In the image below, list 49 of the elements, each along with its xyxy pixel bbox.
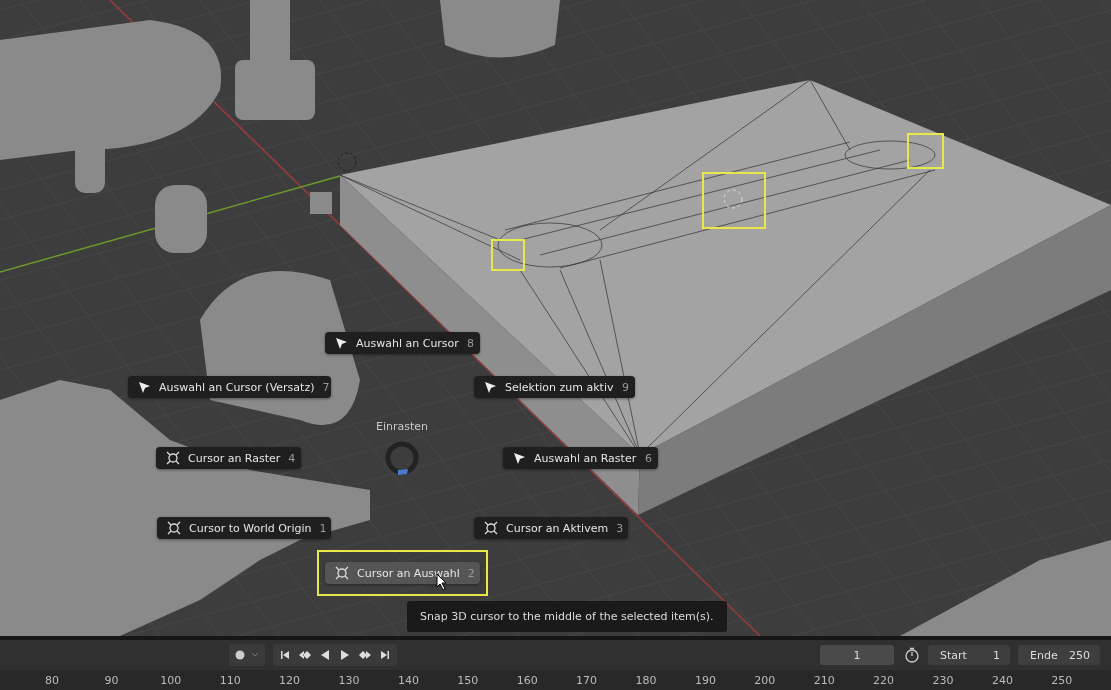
crosshair-icon [335, 566, 349, 580]
frame-number: 160 [516, 674, 538, 687]
arrow-pointer-icon [513, 451, 526, 465]
pie-menu-item[interactable]: Selektion zum aktiv 9 [474, 376, 635, 398]
current-frame-field[interactable]: 1 [820, 645, 894, 665]
pie-menu-item[interactable]: Auswahl an Raster 6 [503, 447, 658, 469]
frame-number: 100 [160, 674, 182, 687]
caret-icon [251, 652, 259, 658]
pie-menu-item[interactable]: Cursor an Auswahl 2 [325, 562, 480, 584]
end-frame-field[interactable]: Ende 250 [1018, 645, 1100, 665]
pie-menu-title: Einrasten [375, 420, 429, 433]
pie-menu-item[interactable]: Auswahl an Cursor (Versatz) 7 [128, 376, 331, 398]
start-frame-field[interactable]: Start 1 [928, 645, 1010, 665]
frame-number: 240 [991, 674, 1013, 687]
frame-number: 200 [754, 674, 776, 687]
next-keyframe-icon[interactable] [358, 649, 372, 661]
frame-number: 250 [1051, 674, 1073, 687]
play-icon[interactable] [339, 649, 351, 661]
frame-number: 140 [397, 674, 419, 687]
frame-number: 150 [457, 674, 479, 687]
crosshair-icon [484, 521, 498, 535]
frame-number: 80 [45, 674, 59, 687]
tooltip: Snap 3D cursor to the middle of the selected item(s). [407, 601, 727, 632]
pie-menu-item[interactable]: Cursor to World Origin 1 [157, 517, 331, 539]
frame-number: 130 [338, 674, 360, 687]
record-button[interactable] [229, 644, 265, 666]
frame-number: 170 [576, 674, 598, 687]
frame-number: 210 [813, 674, 835, 687]
record-dot-icon [235, 650, 245, 660]
arrow-pointer-icon [138, 380, 151, 394]
pie-menu-item[interactable]: Auswahl an Cursor 8 [325, 332, 480, 354]
crosshair-icon [166, 451, 180, 465]
pie-menu-item[interactable]: Cursor an Raster 4 [156, 447, 301, 469]
pie-menu-item[interactable]: Cursor an Aktivem 3 [474, 517, 628, 539]
crosshair-icon [167, 521, 181, 535]
arrow-pointer-icon [484, 380, 497, 394]
jump-end-icon[interactable] [379, 649, 391, 661]
frame-number: 120 [279, 674, 301, 687]
play-reverse-icon[interactable] [319, 649, 331, 661]
frame-number: 110 [219, 674, 241, 687]
frame-number: 90 [104, 674, 119, 687]
frame-number: 220 [873, 674, 895, 687]
jump-start-icon[interactable] [279, 649, 291, 661]
frame-number: 230 [932, 674, 954, 687]
frame-number: 180 [635, 674, 657, 687]
arrow-pointer-icon [335, 336, 348, 350]
prev-keyframe-icon[interactable] [298, 649, 312, 661]
frame-number: 190 [694, 674, 716, 687]
stopwatch-icon[interactable] [904, 647, 920, 663]
